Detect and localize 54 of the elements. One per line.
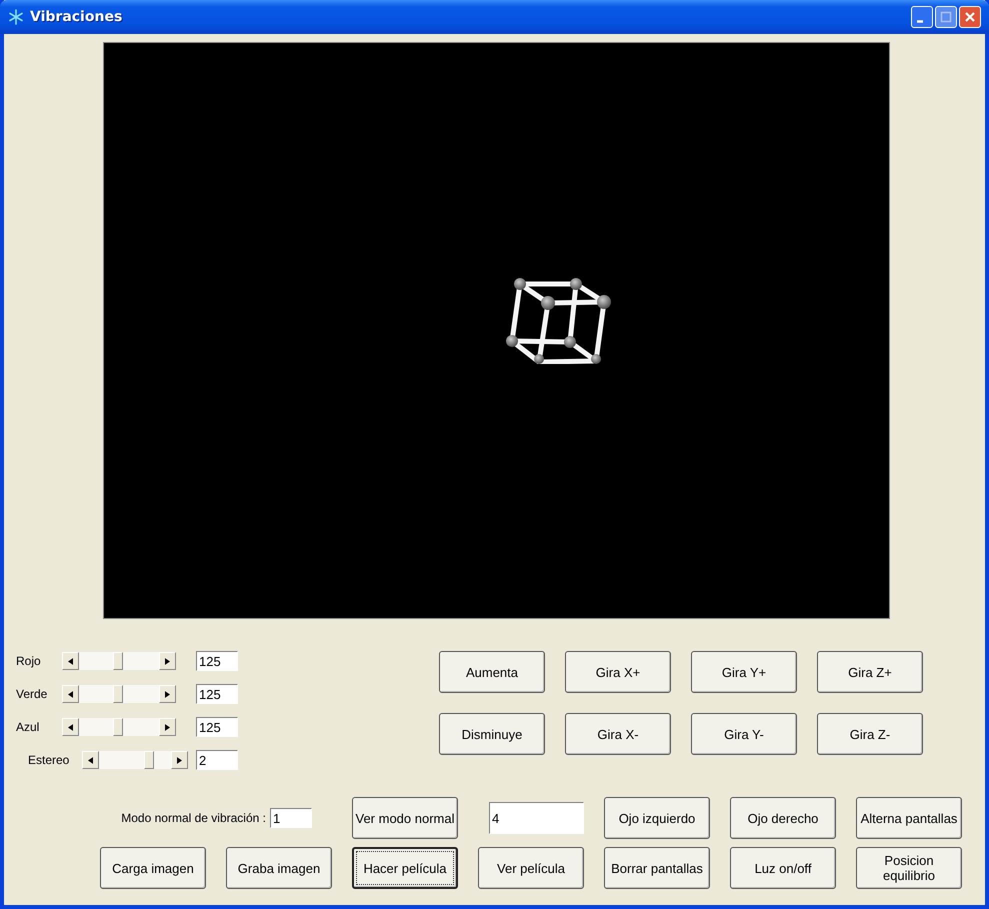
view-button[interactable]: Gira Z+ [817,651,923,693]
action-button[interactable]: Alterna pantallas [856,797,962,839]
action-button[interactable]: Ver película [478,847,584,889]
maximize-button[interactable] [935,6,957,28]
view-button[interactable]: Gira X+ [565,651,671,693]
minimize-icon [916,20,922,22]
action-button[interactable]: Borrar pantallas [604,847,710,889]
slider-thumb[interactable] [113,718,124,736]
view-button[interactable]: Gira Z- [817,713,923,755]
minimize-button[interactable] [911,6,933,28]
slider-thumb[interactable] [113,685,124,703]
scrollbar-slider[interactable] [62,652,176,670]
view-button[interactable]: Aumenta [439,651,545,693]
scrollbar-slider[interactable] [82,751,188,769]
action-button[interactable]: Posicion equilibrio [856,847,962,889]
view-button[interactable]: Gira Y+ [691,651,797,693]
view-button[interactable]: Gira X- [565,713,671,755]
view-button[interactable]: Disminuye [439,713,545,755]
left-arrow-icon[interactable] [68,690,73,698]
scrollbar-slider[interactable] [62,718,176,736]
mode-label: Modo normal de vibración : [121,811,266,825]
slider-label: Verde [16,687,48,701]
left-arrow-icon[interactable] [88,756,93,764]
slider-label: Rojo [16,654,42,668]
mode-field[interactable]: 1 [270,808,312,828]
close-icon [963,10,977,24]
left-arrow-icon[interactable] [68,724,73,730]
slider-thumb[interactable] [113,652,124,670]
value-field[interactable]: 2 [196,750,238,770]
value-field[interactable]: 125 [196,717,238,737]
right-arrow-icon[interactable] [165,690,170,698]
action-button[interactable]: Carga imagen [100,847,206,889]
action-button[interactable]: Ojo derecho [730,797,836,839]
value-field[interactable]: 125 [196,651,238,671]
count-field[interactable]: 4 [489,802,584,834]
close-button[interactable] [959,6,981,28]
right-arrow-icon[interactable] [165,724,170,730]
action-button[interactable]: Luz on/off [730,847,836,889]
slider-label: Azul [16,720,40,734]
window-title: Vibraciones [30,9,124,25]
view-mode-button[interactable]: Ver modo normal [352,797,458,839]
value-field[interactable]: 125 [196,684,238,704]
action-button[interactable]: Graba imagen [226,847,332,889]
action-button[interactable]: Hacer película [352,847,458,889]
slider-thumb[interactable] [144,751,154,769]
right-arrow-icon[interactable] [177,756,182,764]
action-button[interactable]: Ojo izquierdo [604,797,710,839]
view-button[interactable]: Gira Y- [691,713,797,755]
scrollbar-slider[interactable] [62,685,176,703]
snowflake-icon [8,9,24,25]
maximize-icon [939,10,953,24]
left-arrow-icon[interactable] [68,658,73,664]
right-arrow-icon[interactable] [165,658,170,664]
slider-label: Estereo [28,753,70,767]
